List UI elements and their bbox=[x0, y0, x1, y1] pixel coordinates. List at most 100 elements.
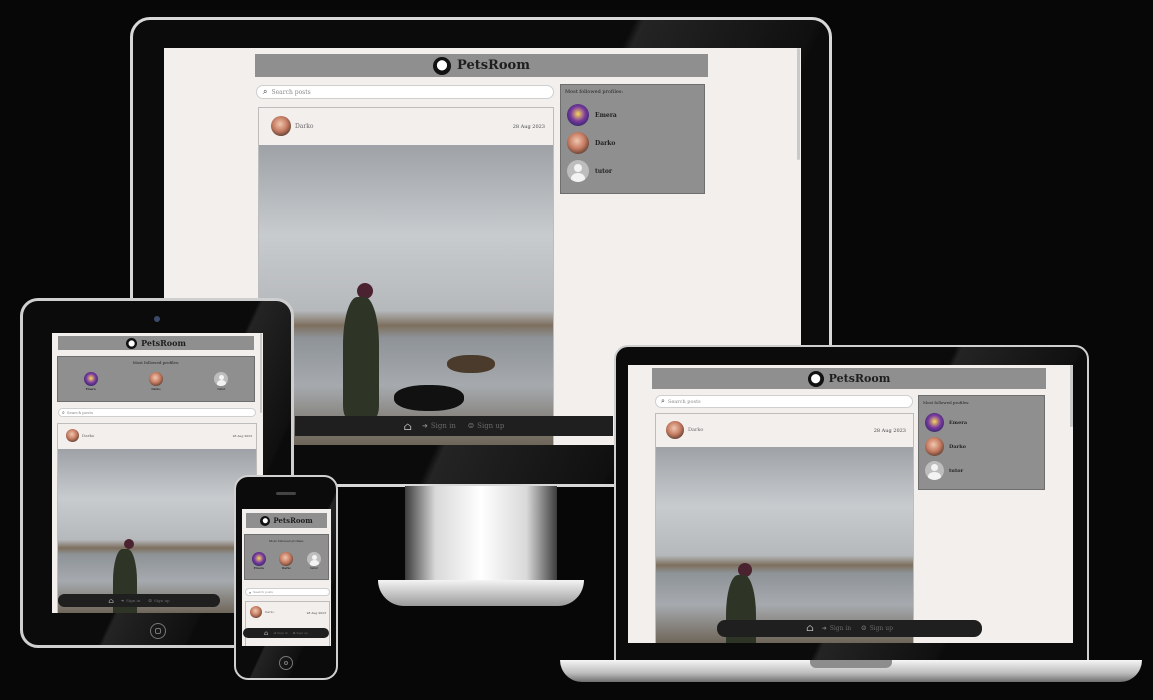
user-plus-icon: ☺ bbox=[467, 422, 475, 430]
profile-item[interactable]: Darko bbox=[279, 552, 294, 570]
author-avatar[interactable] bbox=[666, 421, 684, 439]
brand-title[interactable]: PetsRoom bbox=[829, 372, 891, 385]
sign-up-link[interactable]: Sign up bbox=[870, 625, 893, 632]
post-header: Darko bbox=[271, 116, 314, 136]
post-date: 28 Aug 2023 bbox=[512, 124, 545, 130]
profile-avatar[interactable] bbox=[279, 552, 294, 566]
profile-item[interactable]: Emera bbox=[925, 413, 1044, 432]
profile-name[interactable]: Emera bbox=[84, 387, 98, 391]
search-bar[interactable]: ⌕ Search posts bbox=[245, 588, 330, 596]
sign-in-link[interactable]: Sign in bbox=[126, 598, 140, 603]
post-image[interactable] bbox=[656, 447, 913, 643]
profile-name[interactable]: tutor bbox=[949, 468, 963, 474]
bottom-nav: ⌂ ➜ Sign in ☺ Sign up bbox=[295, 416, 613, 436]
author-avatar[interactable] bbox=[250, 606, 262, 618]
brand-title[interactable]: PetsRoom bbox=[141, 338, 186, 348]
post-date: 28 Aug 2023 bbox=[232, 434, 252, 438]
brand-title[interactable]: PetsRoom bbox=[457, 58, 530, 73]
paw-icon[interactable]: ⬤ bbox=[433, 56, 452, 75]
profile-item[interactable]: Emera bbox=[567, 104, 704, 126]
profile-avatar[interactable] bbox=[925, 461, 944, 480]
profile-name[interactable]: Emera bbox=[595, 112, 617, 119]
search-bar[interactable]: ⌕ Search posts bbox=[655, 395, 913, 408]
profile-name[interactable]: Darko bbox=[949, 444, 966, 450]
laptop-screen: ⬤ PetsRoom ⌕ Search posts Darko 28 Aug 2… bbox=[628, 365, 1073, 643]
sign-up-link[interactable]: Sign up bbox=[477, 422, 504, 430]
phone-home-button[interactable] bbox=[279, 656, 293, 670]
sign-up-link[interactable]: Sign up bbox=[296, 631, 308, 635]
profile-item[interactable]: Darko bbox=[567, 132, 704, 154]
sign-in-icon: ➜ bbox=[821, 625, 827, 632]
user-plus-icon: ☺ bbox=[861, 625, 867, 632]
scrollbar[interactable] bbox=[797, 48, 800, 160]
sign-in-link[interactable]: Sign in bbox=[431, 422, 456, 430]
bottom-nav: ⌂ ➜ Sign in ☺ Sign up bbox=[243, 628, 329, 638]
profile-item[interactable]: Darko bbox=[925, 437, 1044, 456]
user-plus-icon: ☺ bbox=[292, 631, 296, 635]
profile-item[interactable]: tutor bbox=[307, 552, 322, 570]
sign-in-link[interactable]: Sign in bbox=[277, 631, 288, 635]
profile-name[interactable]: Emera bbox=[949, 420, 967, 426]
tablet-home-button[interactable] bbox=[150, 623, 166, 639]
profile-avatar[interactable] bbox=[307, 552, 322, 566]
profile-item[interactable]: Emera bbox=[83, 372, 98, 391]
paw-icon[interactable]: ⬤ bbox=[807, 370, 824, 387]
post-card: Darko 28 Aug 2023 bbox=[258, 107, 554, 445]
post-author[interactable]: Darko bbox=[688, 427, 703, 433]
paw-icon[interactable]: ⬤ bbox=[126, 337, 138, 349]
profile-avatar[interactable] bbox=[83, 372, 98, 386]
profile-name[interactable]: tutor bbox=[214, 387, 228, 391]
profile-item[interactable]: Darko bbox=[148, 372, 163, 391]
profile-avatar[interactable] bbox=[567, 104, 589, 126]
profile-avatar[interactable] bbox=[148, 372, 163, 386]
profile-name[interactable]: tutor bbox=[595, 168, 612, 175]
profile-item[interactable]: tutor bbox=[567, 160, 704, 182]
user-plus-icon: ☺ bbox=[148, 598, 153, 603]
post-card: Darko 28 Aug 2023 bbox=[57, 423, 257, 613]
profile-item[interactable]: Emera bbox=[251, 552, 266, 570]
search-bar[interactable]: ⌕ Search posts bbox=[256, 85, 554, 99]
profile-avatar[interactable] bbox=[214, 372, 229, 386]
home-icon[interactable]: ⌂ bbox=[806, 623, 814, 634]
profile-avatar[interactable] bbox=[925, 413, 944, 432]
home-icon[interactable]: ⌂ bbox=[108, 597, 113, 605]
scrollbar[interactable] bbox=[260, 333, 262, 413]
monitor-stand-base bbox=[378, 580, 584, 606]
post-author[interactable]: Darko bbox=[295, 123, 314, 130]
profile-avatar[interactable] bbox=[925, 437, 944, 456]
home-icon[interactable]: ⌂ bbox=[264, 630, 269, 637]
search-input[interactable]: Search posts bbox=[271, 89, 310, 96]
phone-speaker bbox=[276, 492, 296, 495]
profile-avatar[interactable] bbox=[567, 160, 589, 182]
profile-item[interactable]: tutor bbox=[214, 372, 229, 391]
brand-title[interactable]: PetsRoom bbox=[273, 516, 312, 525]
profile-name[interactable]: Darko bbox=[595, 140, 615, 147]
search-input[interactable]: Search posts bbox=[67, 410, 93, 415]
post-date: 28 Aug 2023 bbox=[306, 611, 326, 615]
profile-name[interactable]: Darko bbox=[279, 566, 293, 570]
scrollbar[interactable] bbox=[1070, 365, 1073, 427]
sign-in-link[interactable]: Sign in bbox=[830, 625, 851, 632]
post-image[interactable] bbox=[259, 145, 553, 445]
post-author[interactable]: Darko bbox=[82, 433, 94, 438]
profile-item[interactable]: tutor bbox=[925, 461, 1044, 480]
post-image[interactable] bbox=[58, 449, 256, 613]
post-date: 28 Aug 2023 bbox=[873, 428, 906, 434]
sign-in-icon: ➜ bbox=[120, 598, 125, 603]
navbar: ⬤ PetsRoom bbox=[652, 368, 1046, 389]
author-avatar[interactable] bbox=[271, 116, 291, 136]
profile-avatar[interactable] bbox=[251, 552, 266, 566]
profile-name[interactable]: Emera bbox=[252, 566, 266, 570]
author-avatar[interactable] bbox=[66, 429, 79, 442]
sign-up-link[interactable]: Sign up bbox=[154, 598, 170, 603]
profile-name[interactable]: tutor bbox=[307, 566, 321, 570]
home-icon[interactable]: ⌂ bbox=[404, 420, 412, 433]
post-card: Darko 28 Aug 2023 bbox=[655, 413, 914, 643]
paw-icon[interactable]: ⬤ bbox=[260, 515, 271, 526]
profile-avatar[interactable] bbox=[567, 132, 589, 154]
search-input[interactable]: Search posts bbox=[668, 399, 701, 405]
search-input[interactable]: Search posts bbox=[253, 590, 273, 594]
post-author[interactable]: Darko bbox=[265, 610, 274, 614]
search-bar[interactable]: ⌕ Search posts bbox=[58, 408, 256, 417]
profile-name[interactable]: Darko bbox=[149, 387, 163, 391]
